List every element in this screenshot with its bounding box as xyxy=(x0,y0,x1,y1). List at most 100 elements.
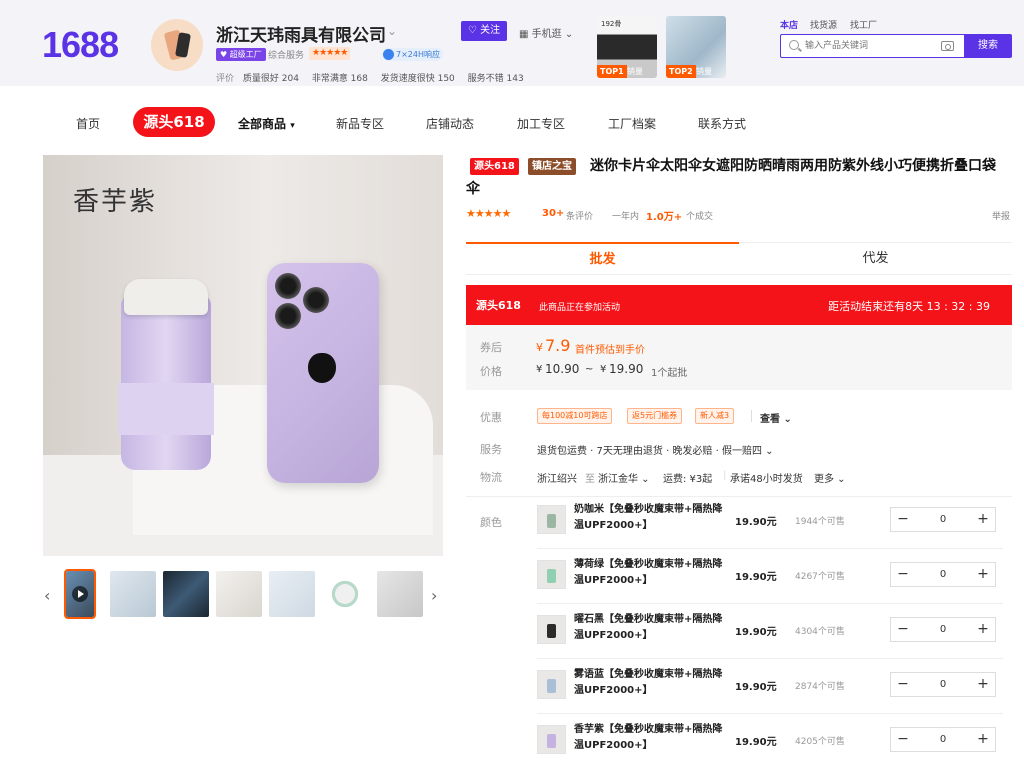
sku-row: 曜石黑【免叠秒收魔束带+隔热降温UPF2000+】 19.90元 4304个可售… xyxy=(537,608,1003,654)
umbrella-strap xyxy=(118,383,214,435)
coupon-chip[interactable]: 新人减3 xyxy=(695,408,735,424)
color-label: 颜色 xyxy=(480,516,502,529)
review-count[interactable]: 30+ xyxy=(542,208,564,219)
nav-processing[interactable]: 加工专区 xyxy=(517,115,565,132)
price-low: 10.90 xyxy=(545,362,580,376)
review-label[interactable]: 条评价 xyxy=(566,209,593,222)
promo-text: 此商品正在参加活动 xyxy=(539,303,621,313)
increment-button[interactable]: + xyxy=(971,563,995,586)
camera-icon[interactable] xyxy=(941,41,954,51)
quantity-input[interactable]: 0 xyxy=(915,508,971,531)
mobile-label: 手机逛 xyxy=(531,29,562,40)
divider: | xyxy=(723,470,727,481)
decrement-button[interactable]: − xyxy=(891,728,915,751)
metrics-label: 评价 xyxy=(216,74,235,84)
search-tab-store[interactable]: 本店 xyxy=(780,18,798,31)
minimum-order: 1个起批 xyxy=(651,368,688,379)
sku-price: 19.90元 xyxy=(735,517,777,528)
promo-countdown: 距活动结束还有8天 13 : 32 : 39 xyxy=(828,300,990,313)
increment-button[interactable]: + xyxy=(971,618,995,641)
quantity-input[interactable]: 0 xyxy=(915,673,971,696)
follow-button[interactable]: ♡ 关注 xyxy=(461,21,507,41)
camera-lens xyxy=(275,273,301,299)
search-tab-sources[interactable]: 找货源 xyxy=(810,18,837,31)
ship-to-select[interactable]: 浙江金华 ⌄ xyxy=(598,470,650,485)
nav-618[interactable]: 源头618 xyxy=(133,107,215,137)
sku-thumbnail[interactable] xyxy=(537,560,566,589)
nav-factory-profile[interactable]: 工厂档案 xyxy=(608,115,656,132)
sku-row: 奶咖米【免叠秒收魔束带+隔热降温UPF2000+】 19.90元 1944个可售… xyxy=(537,498,1003,544)
sku-stock: 4205个可售 xyxy=(795,737,845,747)
sku-price: 19.90元 xyxy=(735,572,777,583)
service-guarantees[interactable]: 退货包运费 · 7天无理由退货 · 晚发必赔 · 假一赔四 ⌄ xyxy=(537,442,774,457)
search-button[interactable]: 搜索 xyxy=(964,34,1012,58)
top-rank-suffix: 销量 xyxy=(627,67,643,76)
quantity-stepper: − 0 + xyxy=(890,727,996,752)
follow-label: 关注 xyxy=(480,25,501,36)
sku-color-swatch xyxy=(547,734,556,748)
quantity-input[interactable]: 0 xyxy=(915,563,971,586)
top-product-caption: 192骨 xyxy=(601,20,622,28)
site-logo[interactable]: 1688 xyxy=(42,24,119,66)
sku-thumbnail[interactable] xyxy=(537,615,566,644)
increment-button[interactable]: + xyxy=(971,508,995,531)
sku-thumbnail[interactable] xyxy=(537,670,566,699)
quantity-stepper: − 0 + xyxy=(890,507,996,532)
nav-shop-news[interactable]: 店铺动态 xyxy=(426,115,474,132)
gallery-thumbnail[interactable] xyxy=(110,571,156,617)
decrement-button[interactable]: − xyxy=(891,563,915,586)
chevron-down-icon[interactable]: ⌄ xyxy=(387,24,397,38)
tab-dropship[interactable]: 代发 xyxy=(739,242,1012,274)
increment-button[interactable]: + xyxy=(971,673,995,696)
quantity-input[interactable]: 0 xyxy=(915,728,971,751)
gallery-thumbnail[interactable] xyxy=(377,571,423,617)
sku-thumbnail[interactable] xyxy=(537,505,566,534)
logistics-more[interactable]: 更多 ⌄ xyxy=(814,470,846,485)
divider xyxy=(751,410,752,422)
top-product-2[interactable]: TOP2 销量 xyxy=(666,16,726,78)
decrement-button[interactable]: − xyxy=(891,673,915,696)
nav-all-products[interactable]: 全部商品 ▾ xyxy=(238,115,295,132)
service-stars: ★★★★★ xyxy=(309,47,351,60)
nav-new-products[interactable]: 新品专区 xyxy=(336,115,384,132)
coupon-price: 7.9 xyxy=(545,336,571,355)
gallery-thumbnail[interactable] xyxy=(322,571,368,617)
quantity-input[interactable]: 0 xyxy=(915,618,971,641)
chevron-left-icon[interactable]: ‹ xyxy=(44,586,50,605)
sku-name: 薄荷绿【免叠秒收魔束带+隔热降温UPF2000+】 xyxy=(574,559,723,586)
main-product-image[interactable]: 香芋紫 xyxy=(43,155,443,556)
mobile-browse-link[interactable]: ▦ 手机逛 ⌄ xyxy=(519,25,573,40)
offers-label: 优惠 xyxy=(480,411,502,424)
gallery-thumbnail-video[interactable] xyxy=(64,569,96,619)
sku-price: 19.90元 xyxy=(735,682,777,693)
chevron-right-icon[interactable]: › xyxy=(431,586,437,605)
sku-row: 雾语蓝【免叠秒收魔束带+隔热降温UPF2000+】 19.90元 2874个可售… xyxy=(537,663,1003,709)
view-offers-button[interactable]: 查看 ⌄ xyxy=(760,410,792,425)
search-tab-factories[interactable]: 找工厂 xyxy=(850,18,877,31)
gallery-thumbnail[interactable] xyxy=(269,571,315,617)
support-badge: 7×24H响应 xyxy=(382,48,443,61)
decrement-button[interactable]: − xyxy=(891,618,915,641)
report-link[interactable]: 举报 xyxy=(992,209,1010,222)
coupon-chip[interactable]: 每100减10可跨店 xyxy=(537,408,613,424)
tab-wholesale[interactable]: 批发 xyxy=(466,242,739,274)
search-input[interactable] xyxy=(805,38,935,54)
top-rank-badge: TOP2 xyxy=(666,65,696,78)
nav-home[interactable]: 首页 xyxy=(76,115,100,132)
coupon-chip[interactable]: 返5元门槛券 xyxy=(627,408,683,424)
shop-avatar[interactable] xyxy=(151,19,203,71)
play-icon xyxy=(72,586,88,602)
nav-contact[interactable]: 联系方式 xyxy=(698,115,746,132)
promo-logo: 源头618 xyxy=(476,299,521,312)
decrement-button[interactable]: − xyxy=(891,508,915,531)
gallery-thumbnail[interactable] xyxy=(163,571,209,617)
search-icon xyxy=(789,40,799,50)
sku-name: 雾语蓝【免叠秒收魔束带+隔热降温UPF2000+】 xyxy=(574,669,723,696)
quantity-stepper: − 0 + xyxy=(890,617,996,642)
gallery-thumbnail[interactable] xyxy=(216,571,262,617)
shop-name[interactable]: 浙江天玮雨具有限公司 xyxy=(216,21,386,46)
top-product-1[interactable]: 192骨 TOP1 销量 xyxy=(597,16,657,78)
sku-color-swatch xyxy=(547,679,556,693)
increment-button[interactable]: + xyxy=(971,728,995,751)
sku-thumbnail[interactable] xyxy=(537,725,566,754)
